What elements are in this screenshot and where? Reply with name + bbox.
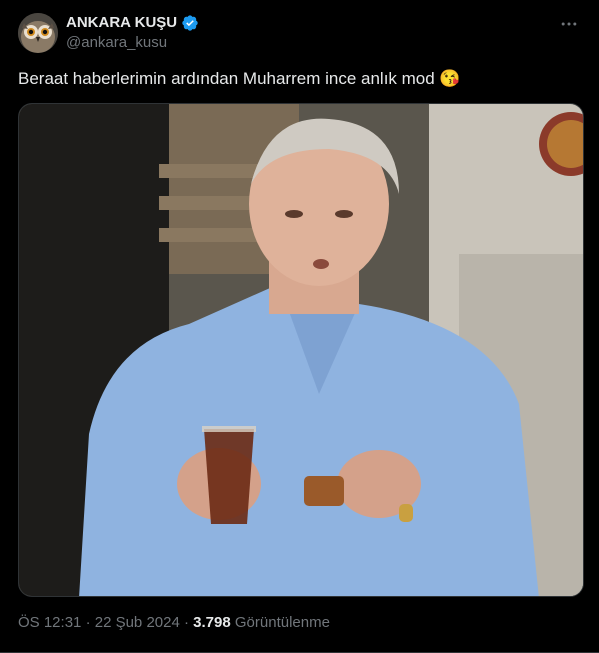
meta-separator-2: · xyxy=(183,614,189,631)
views-label: Görüntülenme xyxy=(234,614,330,631)
owl-avatar-image xyxy=(18,13,58,53)
tweet-date[interactable]: 22 Şub 2024 xyxy=(95,614,180,631)
tweet-text: Beraat haberlerimin ardından Muharrem in… xyxy=(18,69,461,88)
tweet-media[interactable] xyxy=(18,103,584,597)
verified-badge-icon xyxy=(181,14,199,32)
tweet-card: ANKARA KUŞU @ankara_kusu Beraat haberler… xyxy=(0,0,599,653)
tweet-meta: ÖS 12:31 · 22 Şub 2024 · 3.798 Görüntüle… xyxy=(18,613,330,633)
author-handle[interactable]: @ankara_kusu xyxy=(66,33,167,53)
tweet-time[interactable]: ÖS 12:31 xyxy=(18,614,81,631)
avatar[interactable] xyxy=(18,13,58,53)
author-name[interactable]: ANKARA KUŞU xyxy=(66,13,177,33)
author-name-row[interactable]: ANKARA KUŞU xyxy=(66,13,199,33)
views-count: 3.798 xyxy=(193,614,231,631)
photo-image xyxy=(19,104,583,596)
more-horizontal-icon[interactable] xyxy=(557,14,581,34)
meta-separator: · xyxy=(85,614,91,631)
